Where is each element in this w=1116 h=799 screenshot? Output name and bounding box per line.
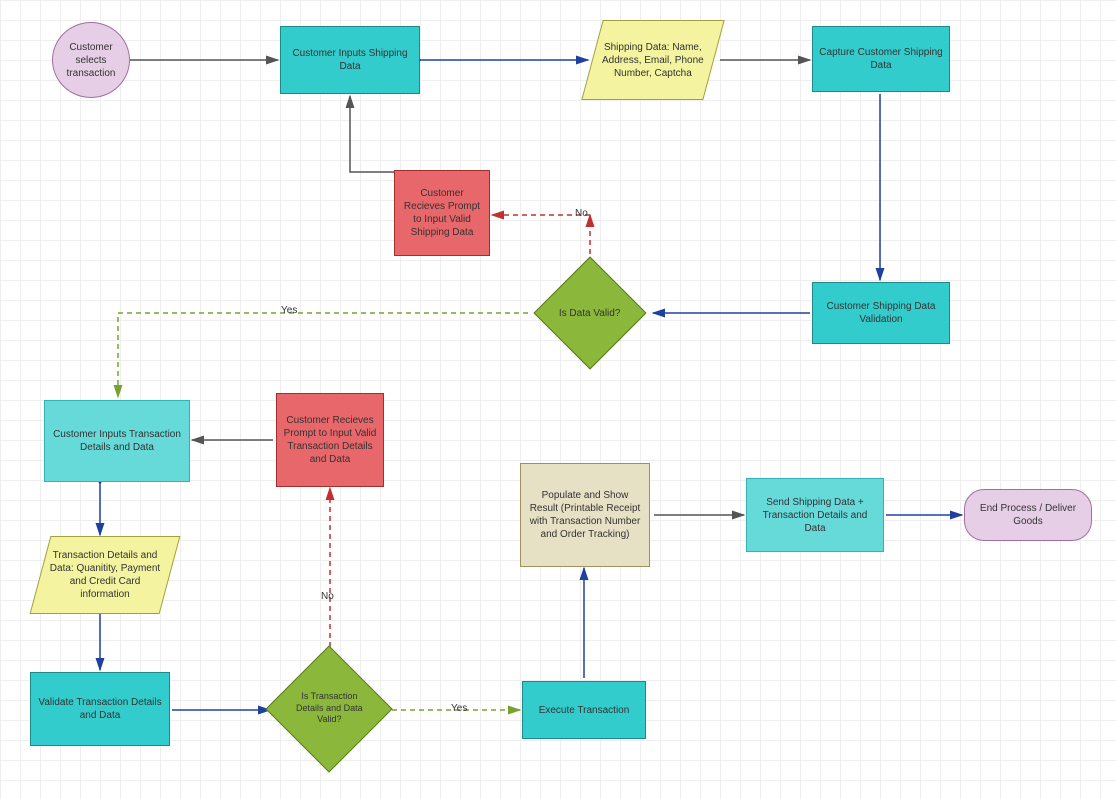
send-data-node[interactable]: Send Shipping Data + Transaction Details… xyxy=(746,478,884,552)
capture-shipping-label: Capture Customer Shipping Data xyxy=(819,46,943,72)
input-shipping-node[interactable]: Customer Inputs Shipping Data xyxy=(280,26,420,94)
valid-tx-prompt-label: Customer Recieves Prompt to Input Valid … xyxy=(283,414,377,466)
input-transaction-node[interactable]: Customer Inputs Transaction Details and … xyxy=(44,400,190,482)
is-data-valid-label: Is Data Valid? xyxy=(557,307,623,320)
validate-tx-label: Validate Transaction Details and Data xyxy=(37,696,163,722)
populate-node[interactable]: Populate and Show Result (Printable Rece… xyxy=(520,463,650,567)
flowchart-canvas: Customer selects transaction Customer In… xyxy=(0,0,1116,799)
yes-label-1: Yes xyxy=(278,304,300,317)
populate-label: Populate and Show Result (Printable Rece… xyxy=(527,489,643,541)
valid-tx-prompt-node[interactable]: Customer Recieves Prompt to Input Valid … xyxy=(276,393,384,487)
start-node[interactable]: Customer selects transaction xyxy=(52,22,130,98)
validate-tx-node[interactable]: Validate Transaction Details and Data xyxy=(30,672,170,746)
is-data-valid-node[interactable]: Is Data Valid? xyxy=(533,256,646,369)
valid-shipping-prompt-node[interactable]: Customer Recieves Prompt to Input Valid … xyxy=(394,170,490,256)
start-label: Customer selects transaction xyxy=(59,41,123,80)
is-tx-valid-label: Is Transaction Details and Data Valid? xyxy=(291,691,367,726)
valid-shipping-prompt-label: Customer Recieves Prompt to Input Valid … xyxy=(401,187,483,239)
shipping-validation-label: Customer Shipping Data Validation xyxy=(819,300,943,326)
end-label: End Process / Deliver Goods xyxy=(971,502,1085,528)
yes-label-2: Yes xyxy=(448,702,470,715)
execute-node[interactable]: Execute Transaction xyxy=(522,681,646,739)
input-transaction-label: Customer Inputs Transaction Details and … xyxy=(51,428,183,454)
end-node[interactable]: End Process / Deliver Goods xyxy=(964,489,1092,541)
tx-details-node[interactable]: Transaction Details and Data: Quanitity,… xyxy=(30,536,181,614)
no-label-1: No xyxy=(572,207,591,220)
shipping-validation-node[interactable]: Customer Shipping Data Validation xyxy=(812,282,950,344)
capture-shipping-node[interactable]: Capture Customer Shipping Data xyxy=(812,26,950,92)
is-tx-valid-node[interactable]: Is Transaction Details and Data Valid? xyxy=(265,645,392,772)
shipping-data-label: Shipping Data: Name, Address, Email, Pho… xyxy=(599,41,707,80)
shipping-data-node[interactable]: Shipping Data: Name, Address, Email, Pho… xyxy=(581,20,724,100)
input-shipping-label: Customer Inputs Shipping Data xyxy=(287,47,413,73)
tx-details-label: Transaction Details and Data: Quanitity,… xyxy=(47,549,163,601)
execute-label: Execute Transaction xyxy=(539,704,630,717)
send-data-label: Send Shipping Data + Transaction Details… xyxy=(753,496,877,535)
no-label-2: No xyxy=(318,590,337,603)
